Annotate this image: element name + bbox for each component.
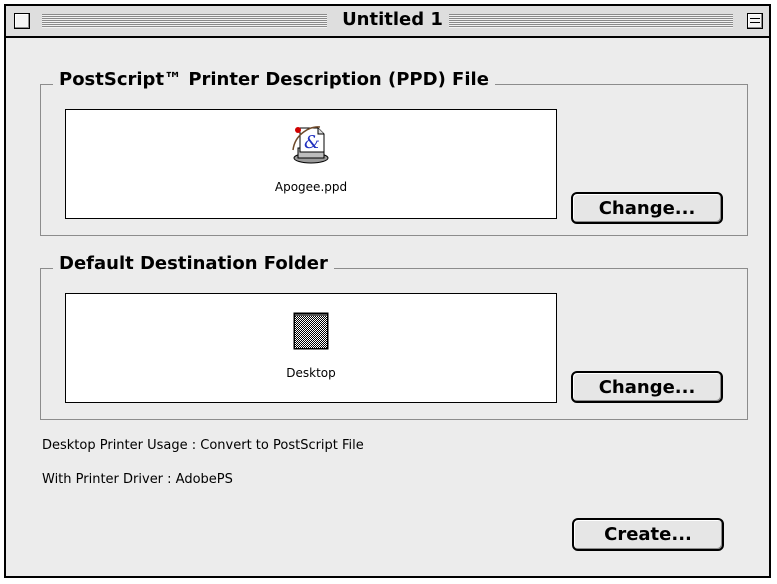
- svg-text:&: &: [304, 132, 320, 153]
- window-title: Untitled 1: [336, 9, 449, 33]
- printer-driver-text: With Printer Driver : AdobePS: [42, 472, 233, 487]
- title-bar-stripes: [42, 14, 327, 28]
- title-bar-stripes: [449, 14, 733, 28]
- close-box-icon[interactable]: [14, 13, 30, 29]
- collapse-box-icon[interactable]: [747, 13, 763, 29]
- destination-folder-name: Desktop: [286, 366, 336, 380]
- title-bar[interactable]: Untitled 1: [6, 6, 769, 38]
- desktop-folder-icon: [293, 312, 329, 350]
- printer-usage-text: Desktop Printer Usage : Convert to PostS…: [42, 438, 364, 453]
- create-button[interactable]: Create...: [572, 518, 724, 551]
- change-destination-button[interactable]: Change...: [571, 371, 723, 403]
- ppd-file-icon: &: [292, 126, 329, 164]
- dialog-window: Untitled 1 PostScript™ Printer Descripti…: [4, 4, 771, 578]
- destination-folder-well[interactable]: Desktop: [65, 293, 557, 403]
- change-ppd-button[interactable]: Change...: [571, 192, 723, 224]
- ppd-group: PostScript™ Printer Description (PPD) Fi…: [40, 69, 748, 236]
- ppd-file-name: Apogee.ppd: [274, 180, 348, 194]
- ppd-group-label: PostScript™ Printer Description (PPD) Fi…: [53, 69, 495, 90]
- destination-group: Default Destination Folder Desktop Chang…: [40, 253, 748, 420]
- destination-group-label: Default Destination Folder: [53, 253, 334, 274]
- ppd-file-well[interactable]: & Apogee.ppd: [65, 109, 557, 219]
